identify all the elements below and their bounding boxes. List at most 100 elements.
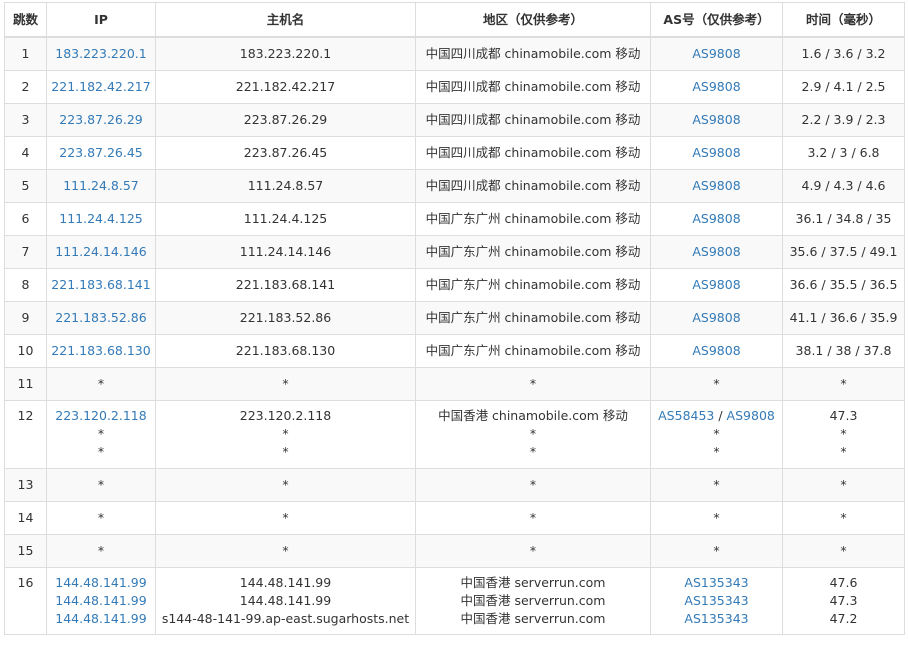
- time-text: 47.3: [829, 407, 858, 423]
- asn-link[interactable]: AS9808: [692, 145, 740, 160]
- asn-link[interactable]: AS135343: [684, 575, 748, 590]
- hostname-cell: 223.120.2.118 * *: [155, 399, 416, 469]
- table-row: 5 111.24.8.57 111.24.8.57 中国四川成都 chinamobil…: [4, 168, 905, 203]
- region-text: 中国四川成都 chinamobile.com 移动: [425, 144, 641, 160]
- hostname-cell: 221.183.68.130: [155, 333, 416, 368]
- ip-link: *: [97, 443, 105, 459]
- ip-link[interactable]: 223.87.26.29: [49, 111, 153, 129]
- ip-link[interactable]: 221.182.42.217: [49, 78, 153, 96]
- hostname-cell: *: [155, 467, 416, 502]
- ip-link: *: [97, 509, 105, 525]
- table-row: 1 183.223.220.1 183.223.220.1 中国四川成都 chinam…: [4, 36, 905, 71]
- asn-line: *: [653, 542, 780, 560]
- ip-link[interactable]: 144.48.141.99: [49, 610, 153, 628]
- time-cell: 35.6 / 37.5 / 49.1: [782, 234, 905, 269]
- header-region: 地区（仅供参考）: [415, 2, 651, 38]
- hostname-text: 221.183.68.130: [235, 342, 336, 358]
- time-cell: 3.2 / 3 / 6.8: [782, 135, 905, 170]
- asn-text: *: [713, 509, 720, 525]
- hostname-cell: 183.223.220.1: [155, 36, 416, 71]
- ip-link[interactable]: 183.223.220.1: [49, 45, 153, 63]
- asn-link[interactable]: AS9808: [692, 79, 740, 94]
- table-row: 14 * * * * *: [4, 500, 905, 535]
- ip-link[interactable]: 111.24.4.125: [49, 210, 153, 228]
- time-cell: *: [782, 366, 905, 401]
- hostname-cell: *: [155, 500, 416, 535]
- ip-cell: 223.87.26.29: [46, 102, 156, 137]
- asn-line: AS9808: [653, 309, 780, 327]
- table-row: 7 111.24.14.146 111.24.14.146 中国广东广州 chinam…: [4, 234, 905, 269]
- asn-cell: AS135343 AS135343 AS135343: [650, 566, 783, 635]
- ip-link: *: [97, 425, 105, 441]
- asn-link[interactable]: AS135343: [684, 611, 748, 626]
- asn-link[interactable]: AS9808: [692, 211, 740, 226]
- asn-text: *: [713, 375, 720, 391]
- hostname-text: *: [282, 509, 289, 525]
- time-text: 2.2 / 3.9 / 2.3: [801, 111, 886, 127]
- asn-cell: AS9808: [650, 300, 783, 335]
- region-text: *: [529, 476, 537, 492]
- asn-link[interactable]: AS9808: [692, 343, 740, 358]
- region-cell: 中国广东广州 chinamobile.com 移动: [415, 333, 651, 368]
- ip-link[interactable]: 223.87.26.45: [49, 144, 153, 162]
- asn-link[interactable]: AS9808: [692, 178, 740, 193]
- asn-text: *: [713, 425, 720, 441]
- asn-line: *: [653, 476, 780, 494]
- ip-link[interactable]: 144.48.141.99: [49, 592, 153, 610]
- asn-cell: *: [650, 533, 783, 568]
- time-cell: 1.6 / 3.6 / 3.2: [782, 36, 905, 71]
- asn-cell: AS9808: [650, 333, 783, 368]
- asn-link[interactable]: AS9808: [692, 310, 740, 325]
- time-cell: 47.6 47.3 47.2: [782, 566, 905, 635]
- region-text: 中国四川成都 chinamobile.com 移动: [425, 78, 641, 94]
- asn-link[interactable]: AS9808: [692, 112, 740, 127]
- ip-link[interactable]: 221.183.68.130: [49, 342, 153, 360]
- region-cell: 中国四川成都 chinamobile.com 移动: [415, 102, 651, 137]
- ip-link[interactable]: 221.183.68.141: [49, 276, 153, 294]
- asn-cell: AS58453 / AS9808 * *: [650, 399, 783, 469]
- asn-link[interactable]: AS9808: [727, 408, 775, 423]
- asn-link[interactable]: AS58453: [658, 408, 714, 423]
- hostname-text: 223.120.2.118: [239, 407, 332, 423]
- asn-cell: AS9808: [650, 135, 783, 170]
- asn-cell: AS9808: [650, 102, 783, 137]
- region-cell: *: [415, 467, 651, 502]
- time-text: 4.9 / 4.3 / 4.6: [801, 177, 886, 193]
- region-cell: 中国广东广州 chinamobile.com 移动: [415, 267, 651, 302]
- hostname-text: 111.24.4.125: [243, 210, 328, 226]
- ip-link[interactable]: 111.24.8.57: [49, 177, 153, 195]
- hostname-text: 144.48.141.99: [239, 592, 332, 608]
- header-asn: AS号（仅供参考）: [650, 2, 783, 38]
- ip-link: *: [97, 542, 105, 558]
- asn-link[interactable]: AS9808: [692, 277, 740, 292]
- asn-line: AS9808: [653, 210, 780, 228]
- table-row: 10 221.183.68.130 221.183.68.130 中国广东广州 chi…: [4, 333, 905, 368]
- asn-link[interactable]: AS9808: [692, 244, 740, 259]
- region-text: *: [529, 509, 537, 525]
- asn-cell: AS9808: [650, 201, 783, 236]
- ip-cell: 221.183.68.141: [46, 267, 156, 302]
- ip-link[interactable]: 144.48.141.99: [49, 574, 153, 592]
- asn-cell: *: [650, 500, 783, 535]
- ip-cell: 183.223.220.1: [46, 36, 156, 71]
- asn-link[interactable]: AS135343: [684, 593, 748, 608]
- time-cell: *: [782, 500, 905, 535]
- ip-link[interactable]: 221.183.52.86: [49, 309, 153, 327]
- table-row: 9 221.183.52.86 221.183.52.86 中国广东广州 chinam…: [4, 300, 905, 335]
- hostname-text: *: [282, 443, 289, 459]
- region-text: 中国香港 serverrun.com: [460, 574, 606, 590]
- time-cell: 41.1 / 36.6 / 35.9: [782, 300, 905, 335]
- hostname-text: 111.24.8.57: [247, 177, 324, 193]
- hop-number: 12: [4, 399, 47, 469]
- hostname-text: 221.183.68.141: [235, 276, 336, 292]
- time-cell: *: [782, 467, 905, 502]
- region-text: 中国四川成都 chinamobile.com 移动: [425, 177, 641, 193]
- time-text: 1.6 / 3.6 / 3.2: [801, 45, 886, 61]
- ip-link[interactable]: 223.120.2.118: [49, 407, 153, 425]
- asn-line: AS135343: [653, 610, 780, 628]
- time-text: *: [840, 443, 847, 459]
- ip-link[interactable]: 111.24.14.146: [49, 243, 153, 261]
- ip-link: *: [97, 476, 105, 492]
- asn-link[interactable]: AS9808: [692, 46, 740, 61]
- asn-cell: AS9808: [650, 267, 783, 302]
